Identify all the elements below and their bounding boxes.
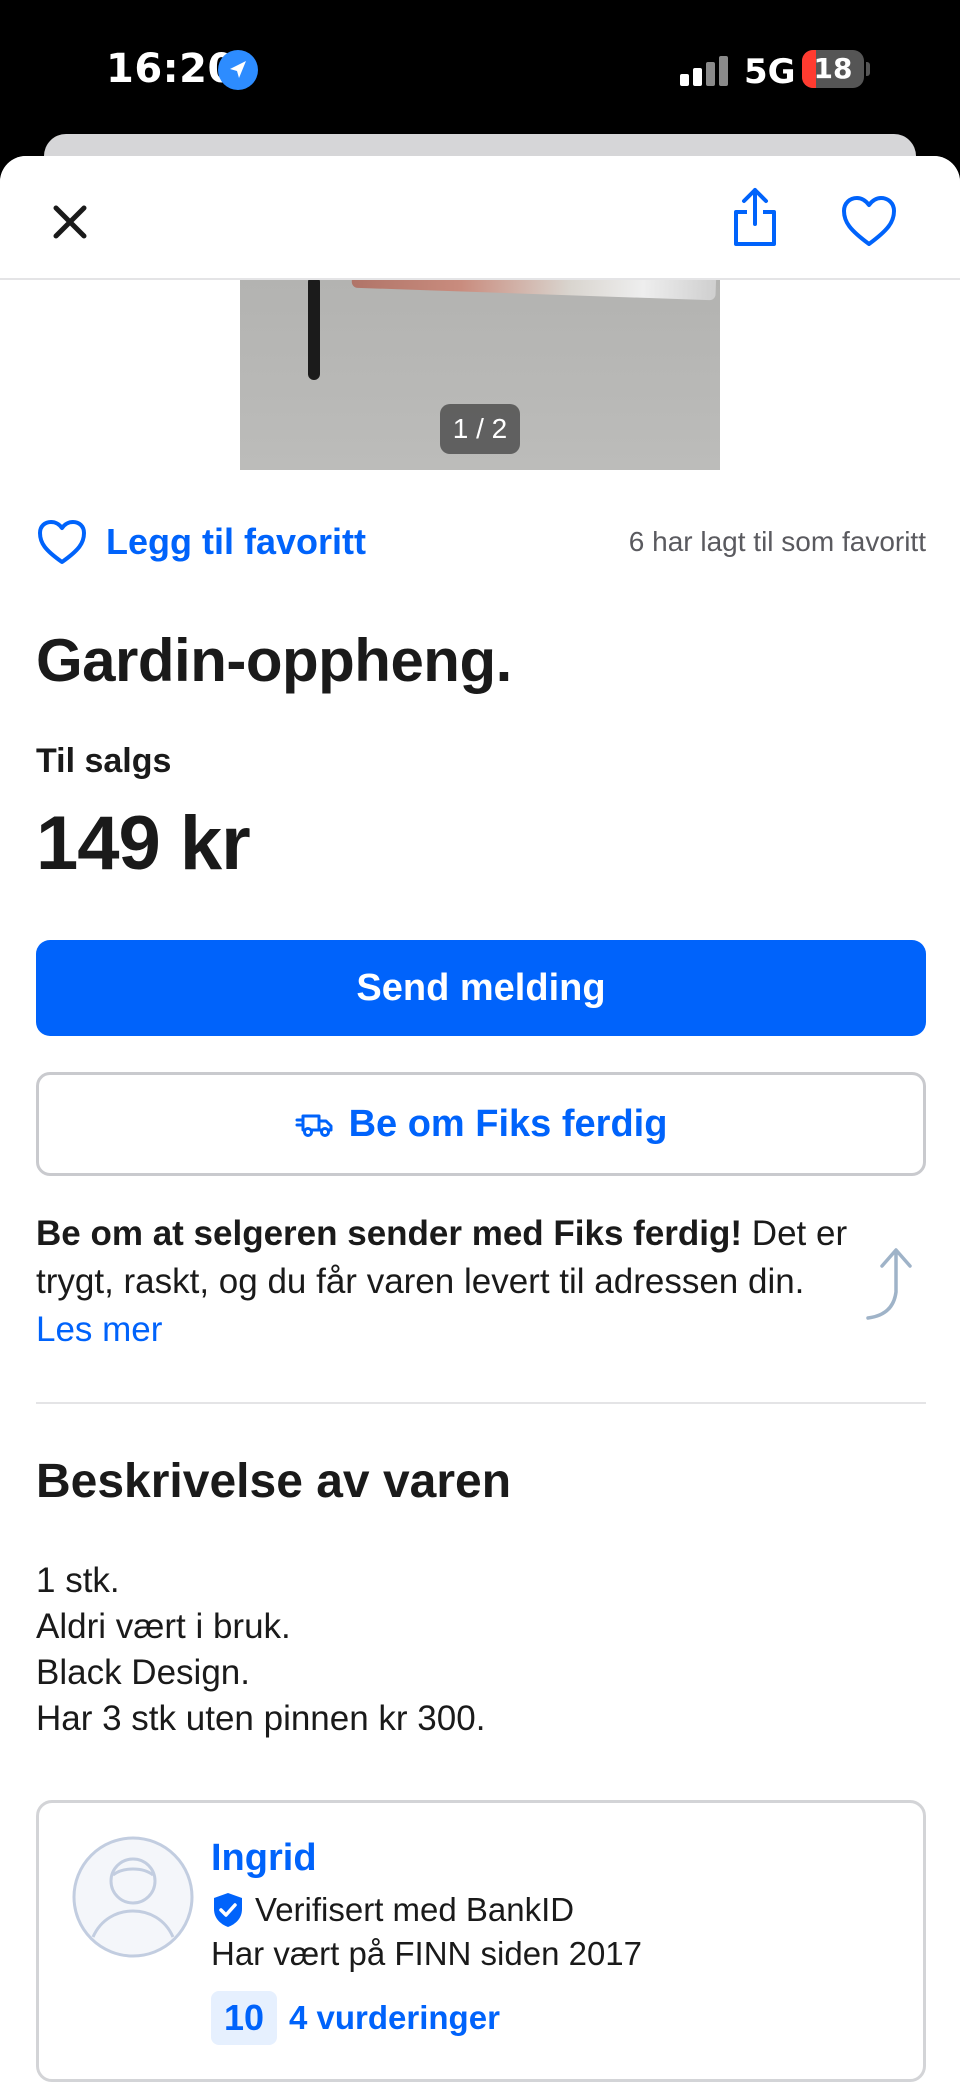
price: 149 kr [36, 801, 251, 886]
pin-image [308, 280, 320, 380]
favorite-count: 6 har lagt til som favoritt [628, 526, 926, 557]
verified-shield-icon [214, 1893, 242, 1927]
favorite-row: Legg til favoritt 6 har lagt til som fav… [36, 512, 926, 572]
listing-title: Gardin-oppheng. [36, 627, 512, 694]
description-heading: Beskrivelse av varen [36, 1455, 512, 1508]
read-more-link[interactable]: Les mer [36, 1310, 162, 1349]
add-favorite-button[interactable]: Legg til favoritt [36, 512, 366, 572]
image-gallery[interactable]: 1 / 2 [240, 280, 720, 470]
status-time: 16:20 [106, 46, 236, 92]
fiks-ferdig-label: Be om Fiks ferdig [348, 1102, 668, 1145]
add-favorite-label: Legg til favoritt [106, 521, 366, 562]
share-icon [734, 188, 776, 246]
section-divider [36, 1402, 926, 1404]
location-arrow-icon [218, 50, 258, 90]
close-icon [53, 205, 87, 239]
battery-tip [866, 62, 870, 76]
fiks-info-bold: Be om at selgeren sender med Fiks ferdig… [36, 1214, 743, 1253]
verified-label: Verifisert med BankID [255, 1891, 575, 1928]
battery-icon: 18 [802, 50, 864, 88]
verified-badge: Verifisert med BankID [211, 1887, 574, 1933]
avatar-placeholder-icon [72, 1836, 194, 1958]
description-line: Black Design. [36, 1653, 250, 1692]
share-button[interactable] [730, 186, 780, 248]
seller-rating[interactable]: 10 4 vurderinger [211, 1991, 500, 2045]
seller-card[interactable]: Ingrid Verifisert med BankID Har vært på… [36, 1800, 926, 2082]
favorite-heart-button[interactable] [840, 194, 898, 248]
description-line: Aldri vært i bruk. [36, 1607, 291, 1646]
status-bar: 16:20 5G 18 [0, 0, 960, 140]
delivery-truck-icon [295, 1114, 333, 1137]
description-line: 1 stk. [36, 1561, 120, 1600]
image-counter: 1 / 2 [440, 404, 520, 454]
cellular-signal-icon [680, 56, 730, 86]
heart-icon [842, 196, 896, 246]
description-line: Har 3 stk uten pinnen kr 300. [36, 1699, 486, 1738]
description-text: 1 stk. Aldri vært i bruk. Black Design. … [36, 1558, 485, 1742]
rating-score: 10 [211, 1991, 277, 2045]
battery-level: 18 [813, 52, 853, 85]
network-type: 5G [744, 52, 796, 92]
fiks-ferdig-info: Be om at selgeren sender med Fiks ferdig… [36, 1210, 856, 1354]
member-since: Har vært på FINN siden 2017 [211, 1935, 643, 1972]
seller-name[interactable]: Ingrid [211, 1837, 317, 1880]
up-arrow-icon [866, 1248, 912, 1320]
review-count: 4 vurderinger [289, 1999, 500, 2036]
heart-icon [38, 520, 86, 564]
fiks-ferdig-button[interactable]: Be om Fiks ferdig [36, 1072, 926, 1176]
send-message-button[interactable]: Send melding [36, 940, 926, 1036]
listing-sheet: 1 / 2 Legg til favoritt 6 har lagt til s… [0, 156, 960, 2086]
sale-type-label: Til salgs [36, 742, 172, 780]
top-bar [0, 156, 960, 280]
close-button[interactable] [44, 196, 96, 248]
